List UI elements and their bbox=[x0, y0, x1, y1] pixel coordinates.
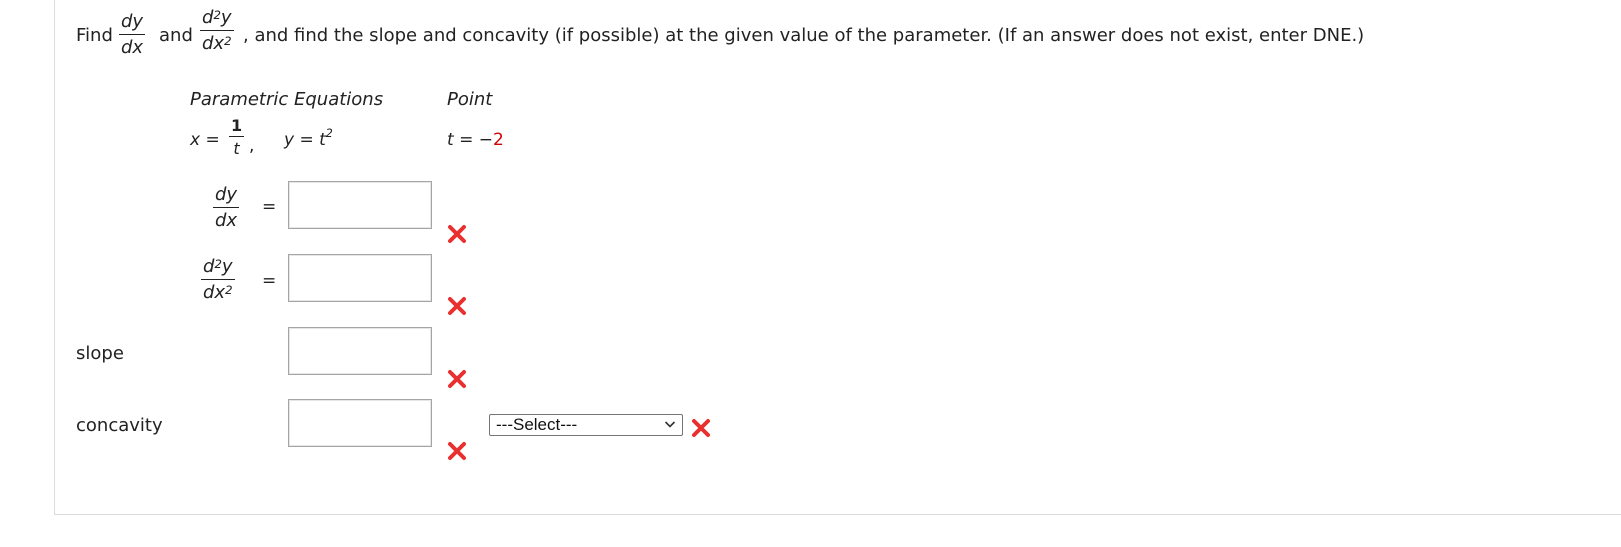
chevron-down-icon bbox=[664, 421, 676, 428]
and-label: and bbox=[159, 25, 193, 46]
x-mark-icon bbox=[448, 297, 466, 315]
parametric-equations-header: Parametric Equations bbox=[190, 89, 384, 110]
concavity-label: concavity bbox=[76, 415, 163, 436]
concavity-select-value: ---Select--- bbox=[496, 415, 578, 434]
x-mark-icon bbox=[448, 370, 466, 388]
d2y-dx2-equals: = bbox=[262, 271, 277, 291]
x-mark-icon bbox=[448, 442, 466, 460]
dy-dx-fraction: dy dx bbox=[119, 11, 146, 58]
slope-answer-input[interactable] bbox=[288, 327, 432, 375]
prompt-text: , and find the slope and concavity (if p… bbox=[243, 25, 1365, 46]
x-equals-label: x = bbox=[190, 130, 220, 150]
dy-dx-answer-input[interactable] bbox=[288, 181, 432, 229]
concavity-answer-input[interactable] bbox=[288, 399, 432, 447]
x-mark-icon bbox=[692, 419, 710, 437]
dy-dx-row-fraction: dy dx bbox=[213, 184, 240, 231]
point-value: t = −2 bbox=[447, 130, 504, 150]
d2y-dx2-answer-input[interactable] bbox=[288, 254, 432, 302]
y-equation: y = t2 bbox=[284, 127, 333, 150]
dy-dx-equals: = bbox=[262, 197, 277, 217]
find-label: Find bbox=[76, 25, 113, 46]
d2y-dx2-fraction: d2y dx2 bbox=[200, 7, 234, 54]
d2y-dx2-row-fraction: d2y dx2 bbox=[201, 256, 235, 303]
concavity-select[interactable]: ---Select--- bbox=[489, 414, 683, 436]
x-mark-icon bbox=[448, 225, 466, 243]
point-header: Point bbox=[447, 89, 493, 110]
slope-label: slope bbox=[76, 343, 124, 364]
equation-comma: , bbox=[249, 136, 255, 156]
one-over-t-fraction: 1 t bbox=[229, 116, 245, 158]
